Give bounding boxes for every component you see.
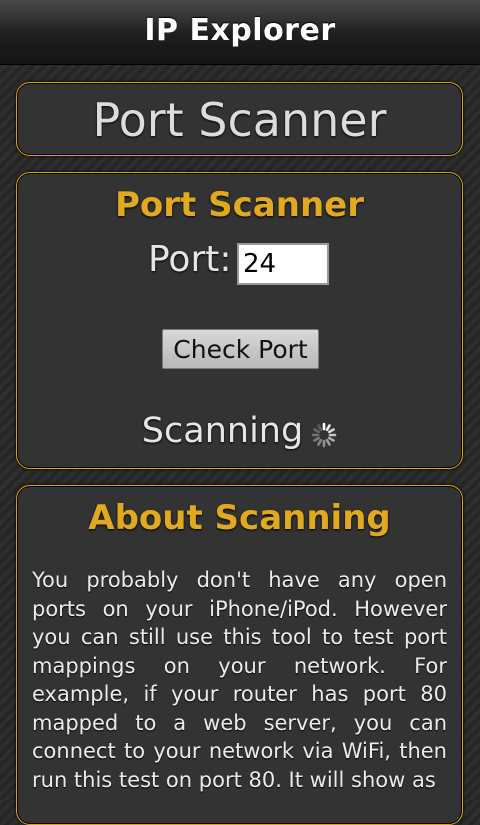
app-title: IP Explorer (144, 13, 336, 48)
page-title: Port Scanner (92, 93, 387, 147)
port-label: Port: (148, 239, 232, 280)
about-scanning-panel: About Scanning You probably don't have a… (16, 485, 463, 825)
about-description: You probably don't have any open ports o… (32, 568, 447, 792)
page-title-panel: Port Scanner (16, 82, 463, 156)
scanning-status-text: Scanning (141, 411, 304, 451)
about-section-title: About Scanning (88, 498, 391, 538)
app-header-bar: IP Explorer (0, 0, 480, 65)
port-scanner-panel: Port Scanner Port: Check Port Scanning (16, 172, 463, 469)
spinner-icon (311, 417, 337, 448)
scanning-status: Scanning (17, 411, 462, 451)
check-port-button[interactable]: Check Port (162, 329, 319, 369)
scanner-section-title: Port Scanner (115, 185, 364, 225)
port-input[interactable] (237, 243, 329, 285)
